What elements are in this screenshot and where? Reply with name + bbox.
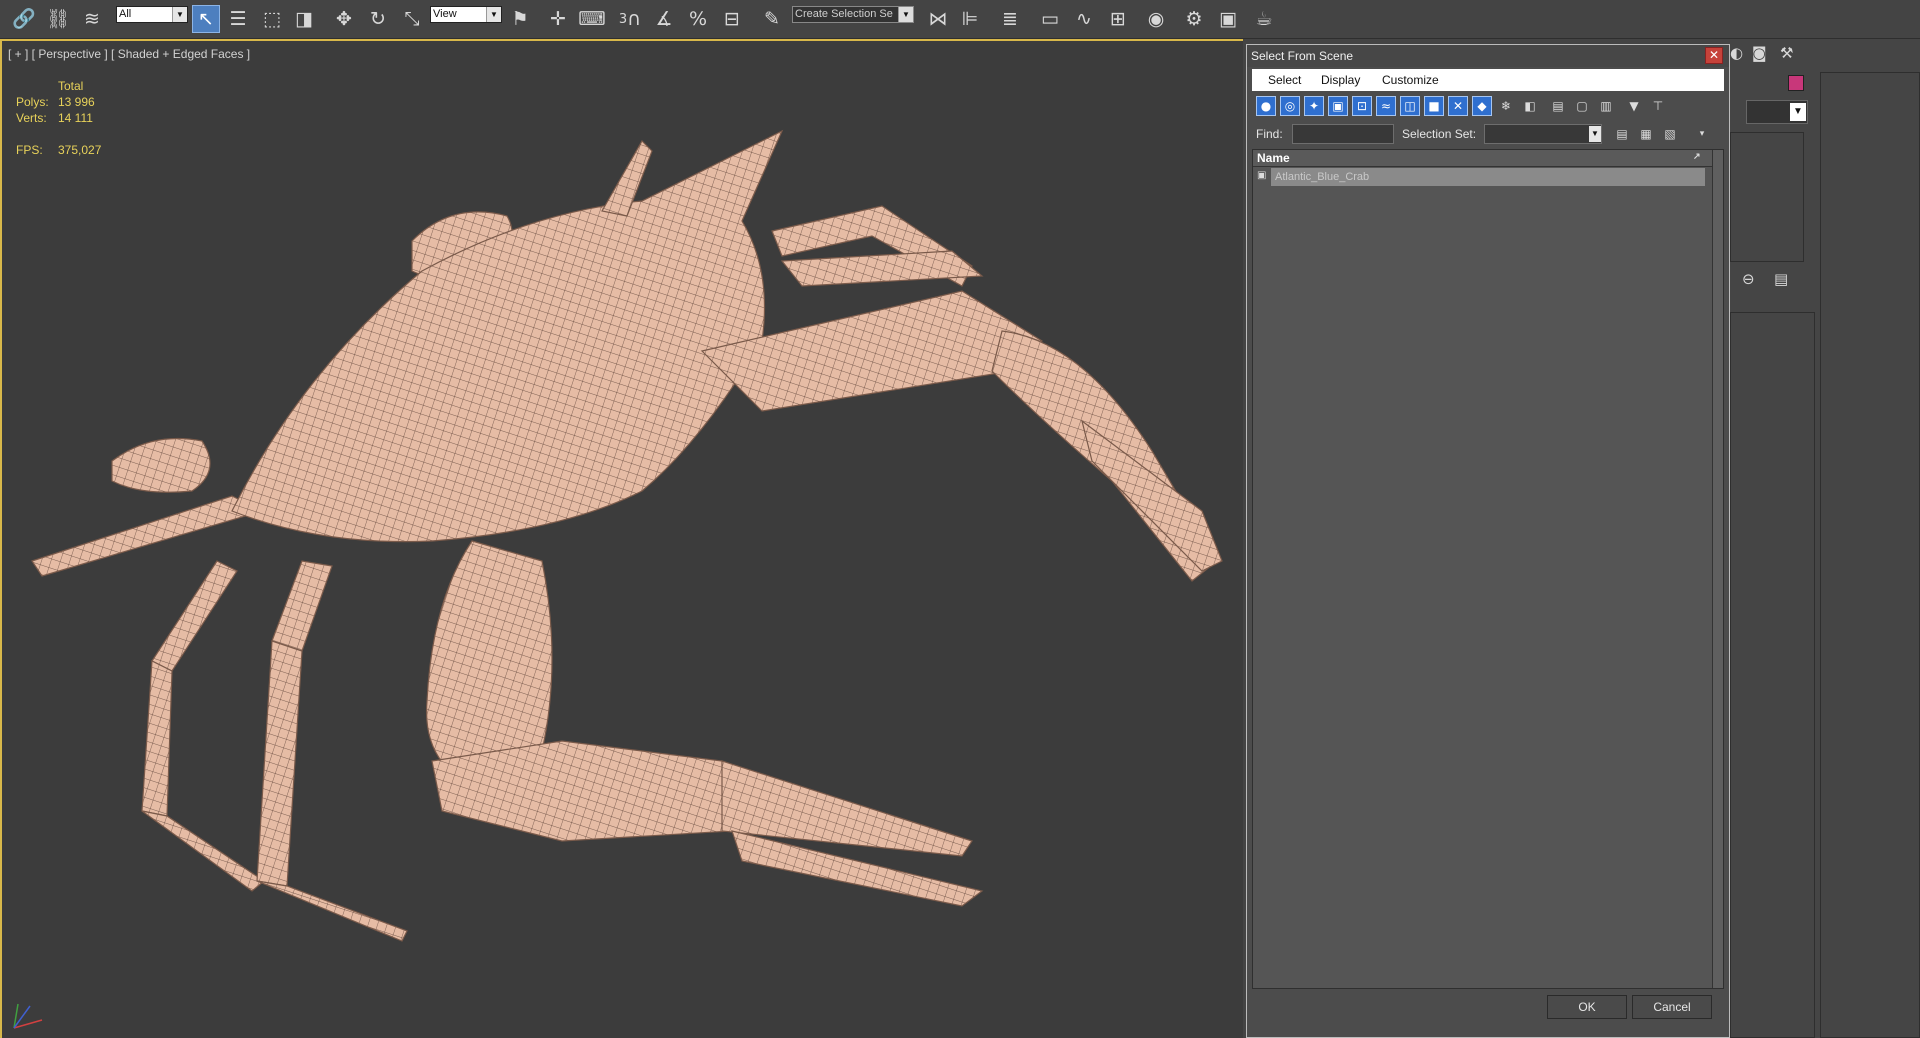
name-column-label: Name — [1257, 151, 1290, 165]
chevron-down-icon: ▼ — [172, 7, 187, 22]
list-item[interactable]: ▣ Atlantic_Blue_Crab — [1253, 168, 1713, 186]
snaps-toggle-icon[interactable]: 3 ∩ — [616, 5, 644, 33]
modifier-list-dropdown[interactable]: ▼ — [1746, 100, 1808, 124]
select-manipulate-icon[interactable]: ⚑ — [506, 5, 534, 33]
display-frozen-icon[interactable]: ❄ — [1496, 96, 1516, 116]
find-label: Find: — [1256, 127, 1283, 141]
rect-selection-icon[interactable]: ⬚ — [258, 5, 286, 33]
display-helpers-icon[interactable]: ⊡ — [1352, 96, 1372, 116]
select-object-icon[interactable]: ↖ — [192, 5, 220, 33]
selection-set-label: Selection Set: — [1402, 127, 1477, 141]
mirror-icon[interactable]: ⋈ — [924, 5, 952, 33]
list-scrollbar[interactable] — [1712, 150, 1723, 988]
crab-mesh[interactable] — [2, 41, 1243, 1038]
selection-filter-dropdown[interactable]: All ▼ — [116, 6, 188, 23]
filter-icon[interactable]: ▼ — [1624, 96, 1644, 116]
chevron-down-icon: ▼ — [1589, 126, 1601, 142]
spinner-snap-icon[interactable]: ⊟ — [718, 5, 746, 33]
rendered-frame-icon[interactable]: ▣ — [1214, 5, 1242, 33]
configure-modifier-sets-icon[interactable]: ▤ — [1774, 270, 1788, 288]
snap-dimension-label: 3 — [618, 11, 628, 27]
keyboard-shortcut-icon[interactable]: ⌨ — [578, 5, 606, 33]
object-color-swatch[interactable] — [1788, 75, 1804, 91]
move-icon[interactable]: ✥ — [330, 5, 358, 33]
window-crossing-icon[interactable]: ◨ — [290, 5, 318, 33]
menu-customize[interactable]: Customize — [1382, 73, 1439, 87]
expand-toolbar-icon[interactable]: ▾ — [1692, 124, 1712, 144]
display-bones-icon[interactable]: ✕ — [1448, 96, 1468, 116]
name-column-header[interactable]: Name ↗ — [1253, 150, 1713, 167]
display-spacewarps-icon[interactable]: ≈ — [1376, 96, 1396, 116]
sort-indicator-icon: ↗ — [1693, 151, 1701, 161]
add-to-selection-set-icon[interactable]: ▦ — [1636, 124, 1656, 144]
object-name[interactable]: Atlantic_Blue_Crab — [1271, 168, 1705, 186]
remove-from-selection-set-icon[interactable]: ▧ — [1660, 124, 1680, 144]
chevron-down-icon: ▼ — [486, 7, 501, 22]
find-row: Find: Selection Set: ▼ ▤ ▦ ▧ ▾ — [1252, 123, 1724, 145]
hierarchy-filter-icon[interactable]: ⊤ — [1648, 96, 1668, 116]
chevron-down-icon: ▼ — [898, 7, 913, 22]
align-icon[interactable]: ⊫ — [956, 5, 984, 33]
selection-set-dropdown[interactable]: ▼ — [1484, 124, 1602, 144]
display-lights-icon[interactable]: ✦ — [1304, 96, 1324, 116]
render-icon[interactable]: ☕ — [1250, 5, 1278, 33]
object-list[interactable]: Name ↗ ▣ Atlantic_Blue_Crab — [1252, 149, 1724, 989]
reference-coord-value: View — [433, 8, 457, 20]
select-by-name-icon[interactable]: ☰ — [224, 5, 252, 33]
curve-editor-icon[interactable]: ∿ — [1070, 5, 1098, 33]
named-selection-set-dropdown[interactable]: Create Selection Se ▼ — [792, 6, 914, 23]
display-containers-icon[interactable]: ◆ — [1472, 96, 1492, 116]
create-selection-set-icon[interactable]: ▤ — [1612, 124, 1632, 144]
close-icon[interactable]: ✕ — [1705, 47, 1723, 64]
pivot-center-icon[interactable]: ✛ — [544, 5, 572, 33]
geometry-object-icon: ▣ — [1257, 170, 1267, 181]
find-input[interactable] — [1292, 124, 1394, 144]
display-cameras-icon[interactable]: ▣ — [1328, 96, 1348, 116]
menu-display[interactable]: Display — [1321, 73, 1360, 87]
layer-manager-icon[interactable]: ≣ — [996, 5, 1024, 33]
modifier-stack[interactable] — [1730, 132, 1804, 262]
motion-panel-icon[interactable]: ◙ — [1752, 44, 1767, 62]
parameters-rollout — [1730, 312, 1815, 1038]
select-none-icon[interactable]: ▢ — [1572, 96, 1592, 116]
angle-snap-icon[interactable]: ∡ — [650, 5, 678, 33]
chevron-down-icon: ▼ — [1790, 103, 1806, 121]
perspective-viewport[interactable]: [ + ] [ Perspective ] [ Shaded + Edged F… — [0, 39, 1243, 1038]
display-groups-icon[interactable]: ◫ — [1400, 96, 1420, 116]
cancel-button[interactable]: Cancel — [1632, 995, 1712, 1019]
bind-space-warp-icon[interactable]: ≋ — [78, 5, 106, 33]
rotate-icon[interactable]: ↻ — [364, 5, 392, 33]
render-setup-icon[interactable]: ⚙ — [1180, 5, 1208, 33]
scale-icon[interactable]: ⤡ — [398, 5, 426, 33]
select-from-scene-dialog: Select From Scene ✕ Select Display Custo… — [1246, 44, 1730, 1038]
display-hidden-icon[interactable]: ◧ — [1520, 96, 1540, 116]
display-geometry-icon[interactable]: ● — [1256, 96, 1276, 116]
dialog-title: Select From Scene — [1251, 49, 1354, 63]
dialog-toolbar: ● ◎ ✦ ▣ ⊡ ≈ ◫ ■ ✕ ◆ ❄ ◧ ▤ ▢ ▥ ▼ ⊤ — [1252, 95, 1724, 117]
percent-snap-icon[interactable]: % — [684, 5, 712, 33]
schematic-view-icon[interactable]: ⊞ — [1104, 5, 1132, 33]
select-all-icon[interactable]: ▤ — [1548, 96, 1568, 116]
axis-tripod-icon — [13, 1003, 43, 1029]
utilities-panel-icon[interactable]: ⚒ — [1780, 44, 1793, 62]
selection-filter-value: All — [119, 8, 132, 20]
select-invert-icon[interactable]: ▥ — [1596, 96, 1616, 116]
ok-button[interactable]: OK — [1547, 995, 1627, 1019]
dialog-titlebar[interactable]: Select From Scene ✕ — [1247, 45, 1729, 67]
menu-select[interactable]: Select — [1268, 73, 1301, 87]
dialog-menubar: Select Display Customize — [1252, 69, 1724, 91]
display-xrefs-icon[interactable]: ■ — [1424, 96, 1444, 116]
link-icon[interactable]: 🔗 — [10, 5, 38, 33]
edit-named-selection-icon[interactable]: ✎ — [758, 5, 786, 33]
pin-stack-icon[interactable]: ⊖ — [1742, 270, 1755, 288]
unlink-icon[interactable]: ⛓ — [44, 5, 72, 33]
main-toolbar: 🔗 ⛓ ≋ All ▼ ↖ ☰ ⬚ ◨ ✥ ↻ ⤡ View ▼ ⚑ ✛ ⌨ 3… — [0, 0, 1920, 39]
material-editor-icon[interactable]: ◉ — [1142, 5, 1170, 33]
toggle-ribbon-icon[interactable]: ▭ — [1036, 5, 1064, 33]
panel-scroll-area — [1820, 72, 1920, 1038]
named-selection-placeholder: Create Selection Se — [795, 8, 893, 20]
display-shapes-icon[interactable]: ◎ — [1280, 96, 1300, 116]
display-panel-icon[interactable]: ◐ — [1730, 44, 1743, 62]
reference-coord-dropdown[interactable]: View ▼ — [430, 6, 502, 23]
